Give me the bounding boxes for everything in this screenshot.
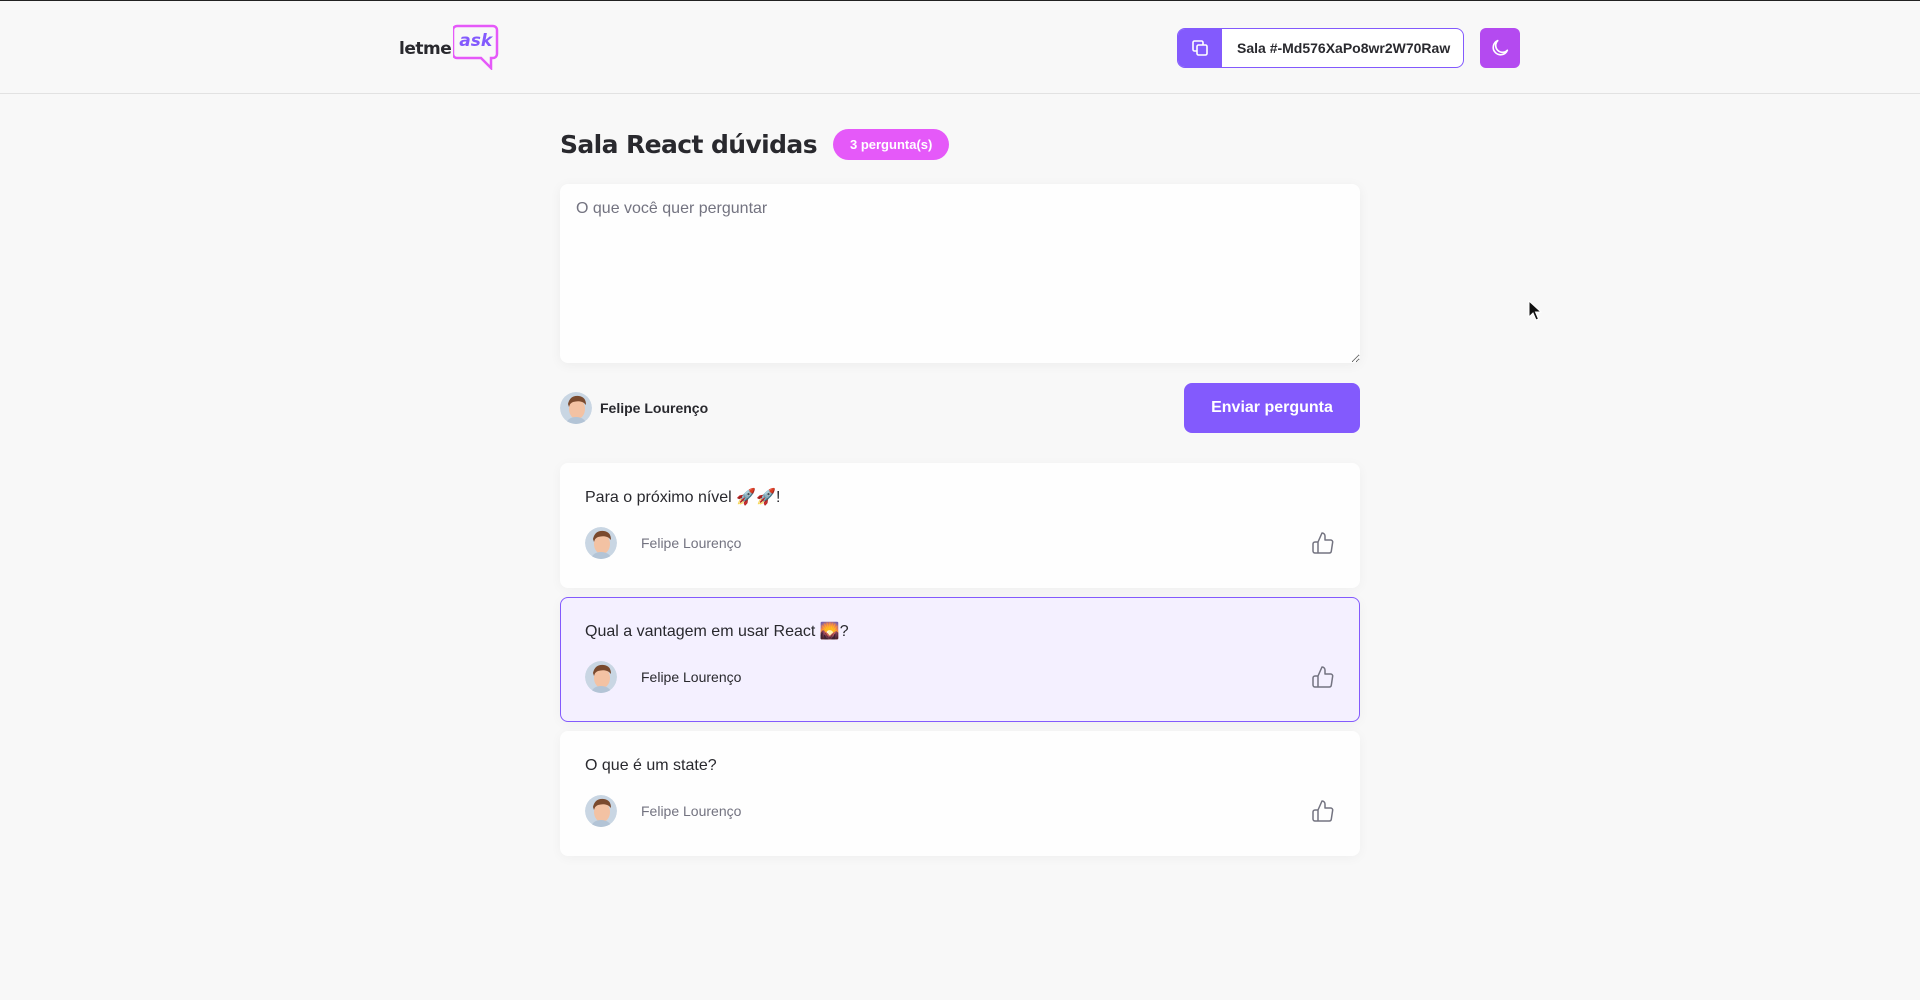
- question-content: Qual a vantagem em usar React 🌄?: [585, 623, 849, 640]
- question-input[interactable]: [560, 184, 1360, 363]
- question-list: Para o próximo nível 🚀🚀! Felipe Lourenço: [560, 463, 1360, 856]
- thumbs-up-icon: [1312, 800, 1334, 822]
- avatar: [585, 527, 617, 559]
- avatar: [560, 392, 592, 424]
- current-user-name: Felipe Lourenço: [600, 400, 709, 416]
- logo-ask-text: ask: [459, 31, 493, 51]
- question-author-name: Felipe Lourenço: [641, 669, 742, 685]
- like-button[interactable]: [1311, 799, 1335, 823]
- room-code-button[interactable]: Sala #-Md576XaPo8wr2W70Raw: [1177, 28, 1464, 68]
- logo-letme-text: letme: [399, 39, 452, 59]
- form-footer: Felipe Lourenço Enviar pergunta: [560, 383, 1360, 433]
- question-count-badge: 3 pergunta(s): [832, 128, 950, 160]
- question-author: Felipe Lourenço: [585, 661, 741, 693]
- main-content: Sala React dúvidas 3 pergunta(s) Felipe …: [560, 125, 1360, 865]
- avatar: [585, 661, 617, 693]
- thumbs-up-icon: [1312, 532, 1334, 554]
- question-content: Para o próximo nível 🚀🚀!: [585, 489, 781, 506]
- question-author: Felipe Lourenço: [585, 527, 741, 559]
- question-card-highlighted: Qual a vantagem em usar React 🌄? Felipe …: [560, 597, 1360, 722]
- logo-ask-bubble: ask: [453, 24, 499, 70]
- question-card: Para o próximo nível 🚀🚀! Felipe Lourenço: [560, 463, 1360, 588]
- letmeask-logo[interactable]: letme ask: [399, 24, 499, 70]
- theme-toggle-button[interactable]: [1480, 28, 1520, 68]
- question-footer: Felipe Lourenço: [585, 527, 1335, 559]
- question-card: O que é um state? Felipe Lourenço: [560, 731, 1360, 856]
- like-button[interactable]: [1311, 531, 1335, 555]
- send-question-button[interactable]: Enviar pergunta: [1184, 383, 1360, 433]
- question-content: O que é um state?: [585, 757, 717, 774]
- mouse-cursor-icon: [1528, 300, 1543, 321]
- moon-icon: [1492, 39, 1509, 56]
- room-code-text: Sala #-Md576XaPo8wr2W70Raw: [1237, 40, 1451, 56]
- room-title-row: Sala React dúvidas 3 pergunta(s): [560, 125, 1360, 163]
- question-form: Felipe Lourenço Enviar pergunta: [560, 184, 1360, 433]
- page-title: Sala React dúvidas: [560, 129, 818, 159]
- copy-icon[interactable]: [1178, 29, 1222, 67]
- thumbs-up-icon: [1312, 666, 1334, 688]
- current-user: Felipe Lourenço: [560, 392, 708, 424]
- question-author-name: Felipe Lourenço: [641, 803, 742, 819]
- question-author-name: Felipe Lourenço: [641, 535, 742, 551]
- question-footer: Felipe Lourenço: [585, 795, 1335, 827]
- question-footer: Felipe Lourenço: [585, 661, 1335, 693]
- like-button[interactable]: [1311, 665, 1335, 689]
- avatar: [585, 795, 617, 827]
- question-author: Felipe Lourenço: [585, 795, 741, 827]
- page-header: letme ask Sala #-Md576XaPo8wr2W70Raw: [0, 0, 1920, 94]
